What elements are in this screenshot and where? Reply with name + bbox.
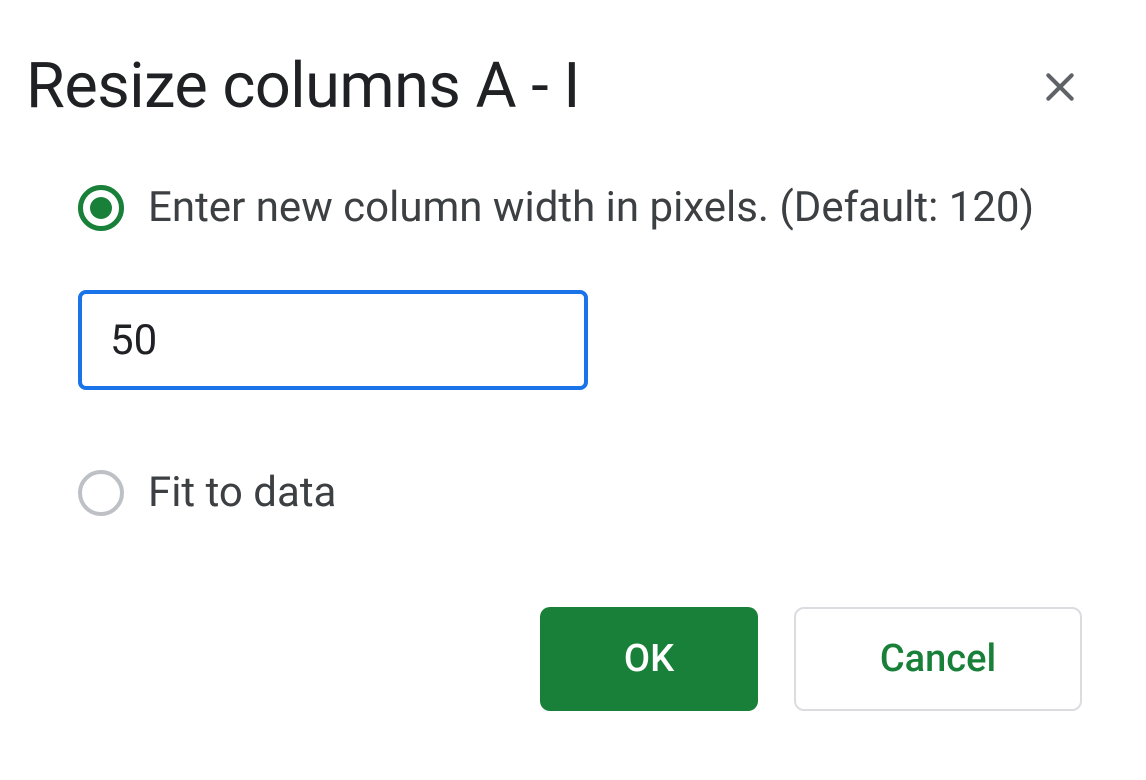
radio-unselected-icon (78, 470, 124, 516)
ok-button[interactable]: OK (540, 607, 758, 711)
fit-to-data-label: Fit to data (148, 468, 336, 517)
enter-width-radio[interactable] (78, 185, 124, 231)
column-width-input[interactable] (78, 290, 588, 390)
cancel-button[interactable]: Cancel (794, 607, 1082, 711)
enter-width-option[interactable]: Enter new column width in pixels. (Defau… (78, 183, 1120, 232)
dialog-body: Enter new column width in pixels. (Defau… (0, 153, 1146, 547)
fit-to-data-option[interactable]: Fit to data (78, 468, 1120, 517)
close-icon (1040, 67, 1080, 107)
radio-selected-icon (78, 185, 124, 231)
fit-to-data-radio[interactable] (78, 470, 124, 516)
close-button[interactable] (1032, 59, 1088, 115)
dialog-header: Resize columns A - I (0, 0, 1146, 153)
dialog-title: Resize columns A - I (26, 50, 580, 123)
dialog-footer: OK Cancel (0, 547, 1146, 771)
enter-width-label: Enter new column width in pixels. (Defau… (148, 183, 1034, 232)
resize-columns-dialog: Resize columns A - I Enter new column wi… (0, 0, 1146, 780)
